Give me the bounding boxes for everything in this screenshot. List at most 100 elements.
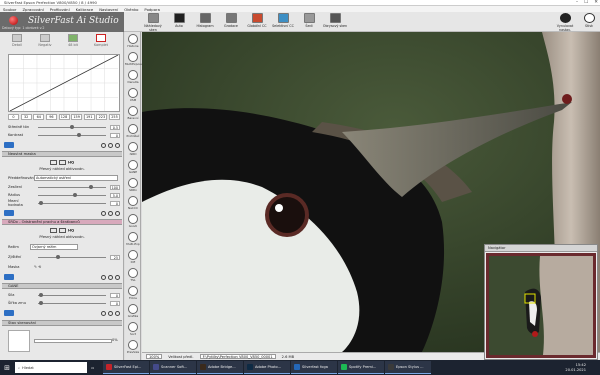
usm-strength-slider[interactable] bbox=[38, 184, 106, 189]
minimize-button[interactable]: – bbox=[576, 0, 578, 5]
slider-handle[interactable] bbox=[39, 292, 44, 297]
preview-button[interactable] bbox=[49, 228, 57, 233]
menu-processing[interactable]: Zpracování bbox=[22, 7, 43, 12]
preview-button[interactable] bbox=[58, 160, 66, 165]
taskbar-app[interactable]: Adobe Bridge... bbox=[197, 361, 243, 374]
start-button[interactable]: ⊞ bbox=[0, 361, 14, 374]
reset-icon[interactable] bbox=[115, 210, 120, 216]
color-icon[interactable] bbox=[128, 106, 138, 116]
slider-handle[interactable] bbox=[56, 254, 61, 259]
menu-settings[interactable]: Nastavení bbox=[99, 7, 118, 12]
mode-detail[interactable]: Detail bbox=[6, 34, 28, 47]
viewer-icon[interactable] bbox=[128, 124, 138, 134]
usm-icon[interactable] bbox=[128, 88, 138, 98]
curve-value[interactable]: 96 bbox=[45, 114, 57, 120]
slider-handle[interactable] bbox=[89, 184, 94, 189]
history-icon[interactable] bbox=[128, 34, 138, 44]
sort-icon[interactable] bbox=[128, 322, 138, 332]
taskbar-app[interactable]: SilverFast Epi... bbox=[103, 361, 149, 374]
usm-predefined-dropdown[interactable]: Automatický ostření bbox=[34, 175, 118, 181]
reset-button[interactable]: Vynulovat nastav. bbox=[552, 13, 578, 32]
menu-profiling[interactable]: Profilování bbox=[50, 7, 70, 12]
menu-calibration[interactable]: Kalibrace bbox=[76, 7, 94, 12]
srdx-section-header[interactable]: SRDx - Odstranění prachu a škrábanců bbox=[2, 219, 122, 225]
preset-icon[interactable] bbox=[108, 210, 113, 216]
help-icon[interactable] bbox=[101, 142, 106, 148]
more-options-icon[interactable] bbox=[4, 142, 14, 148]
more-options-icon[interactable] bbox=[4, 310, 14, 316]
contrast-slider[interactable] bbox=[38, 132, 106, 137]
multi-exp-icon[interactable] bbox=[128, 232, 138, 242]
slider-handle[interactable] bbox=[39, 300, 44, 305]
toolbar-selective-cc-button[interactable]: Selektivní CC bbox=[270, 13, 296, 28]
srdx-detection-slider[interactable] bbox=[38, 254, 106, 259]
scan-status-header[interactable]: Stav skenování bbox=[2, 320, 122, 326]
ice-icon[interactable] bbox=[128, 250, 138, 260]
scan-button[interactable]: Stisk bbox=[578, 13, 600, 28]
taskbar-app[interactable]: Silverfast foga bbox=[291, 361, 337, 374]
close-button[interactable]: ✕ bbox=[594, 0, 598, 5]
help-icon[interactable] bbox=[101, 310, 106, 316]
more-options-icon[interactable] bbox=[4, 274, 14, 280]
clock[interactable]: 15:42 20.01.2021 bbox=[565, 363, 600, 373]
multi-exposure-icon[interactable] bbox=[128, 52, 138, 62]
navigator-thumbnail[interactable] bbox=[485, 252, 597, 359]
isrd-icon[interactable] bbox=[128, 142, 138, 152]
toolbar-frame-scan-button[interactable]: Obrysový sken bbox=[322, 13, 348, 28]
taskbar-app[interactable]: Scanner Soft... bbox=[150, 361, 196, 374]
gane-grain-slider[interactable] bbox=[38, 300, 106, 305]
curve-value[interactable]: 32 bbox=[20, 114, 32, 120]
tsl-icon[interactable] bbox=[128, 268, 138, 278]
slider-handle[interactable] bbox=[73, 192, 78, 197]
reset-icon[interactable] bbox=[115, 274, 120, 280]
curve-value[interactable]: 191 bbox=[83, 114, 95, 120]
maximize-button[interactable]: ☐ bbox=[584, 0, 588, 5]
menu-support[interactable]: Podpora bbox=[144, 7, 160, 12]
slider-handle[interactable] bbox=[76, 132, 81, 137]
curve-value[interactable]: 64 bbox=[33, 114, 45, 120]
taskbar-app[interactable]: Spotify Premi... bbox=[338, 361, 384, 374]
toolbar-histogram-button[interactable]: Histogram bbox=[192, 13, 218, 28]
fotos-icon[interactable] bbox=[128, 286, 138, 296]
menu-file[interactable]: Soubor bbox=[3, 7, 16, 12]
preset-icon[interactable] bbox=[108, 310, 113, 316]
menu-window[interactable]: Okénko bbox=[124, 7, 138, 12]
slider-handle[interactable] bbox=[39, 200, 44, 205]
curve-value[interactable]: 255 bbox=[109, 114, 120, 120]
mode-complete[interactable]: Komplet bbox=[90, 34, 112, 47]
curve-value[interactable]: 128 bbox=[58, 114, 70, 120]
grafika-icon[interactable] bbox=[128, 304, 138, 314]
toolbar-global-cc-button[interactable]: Globální CC bbox=[244, 13, 270, 28]
naccc-icon[interactable] bbox=[128, 196, 138, 206]
toolbar-auto-button[interactable]: Auto bbox=[166, 13, 192, 28]
toolbar-gradation-button[interactable]: Gradace bbox=[218, 13, 244, 28]
curve-value[interactable]: 159 bbox=[71, 114, 83, 120]
preset-icon[interactable] bbox=[108, 142, 113, 148]
reset-icon[interactable] bbox=[115, 142, 120, 148]
preview-button[interactable] bbox=[49, 160, 57, 165]
midtone-slider[interactable] bbox=[38, 124, 106, 129]
gane-strength-slider[interactable] bbox=[38, 292, 106, 297]
task-view-button[interactable]: ▭ bbox=[88, 361, 102, 374]
srdx-mode-dropdown[interactable]: Ovjarný režim bbox=[30, 244, 78, 250]
goodi-icon[interactable] bbox=[128, 214, 138, 224]
prevsize-icon[interactable] bbox=[128, 340, 138, 350]
usm-threshold-slider[interactable] bbox=[38, 200, 106, 205]
usm-radius-slider[interactable] bbox=[38, 192, 106, 197]
help-icon[interactable] bbox=[101, 210, 106, 216]
slider-handle[interactable] bbox=[70, 124, 74, 129]
toolbar-grey-button[interactable]: Šedi bbox=[296, 13, 322, 28]
reset-icon[interactable] bbox=[115, 310, 120, 316]
curve-value[interactable]: 0 bbox=[8, 114, 19, 120]
taskbar-app[interactable]: Adobe Photo... bbox=[244, 361, 290, 374]
curve-value[interactable]: 223 bbox=[96, 114, 108, 120]
taskbar-app[interactable]: Epson Stylus ... bbox=[385, 361, 431, 374]
preview-button[interactable] bbox=[58, 228, 66, 233]
taskbar-search[interactable]: ⌕ Hledat bbox=[15, 362, 87, 373]
more-options-icon[interactable] bbox=[4, 210, 14, 216]
toolbar-prescan-button[interactable]: Náhledový sken bbox=[140, 13, 166, 32]
mask-tool-icon[interactable]: ✎ ⟲ bbox=[34, 265, 41, 269]
gane-section-header[interactable]: GANE bbox=[2, 283, 122, 289]
usm-section-header[interactable]: Neostrá maska bbox=[2, 151, 122, 157]
help-icon[interactable] bbox=[101, 274, 106, 280]
